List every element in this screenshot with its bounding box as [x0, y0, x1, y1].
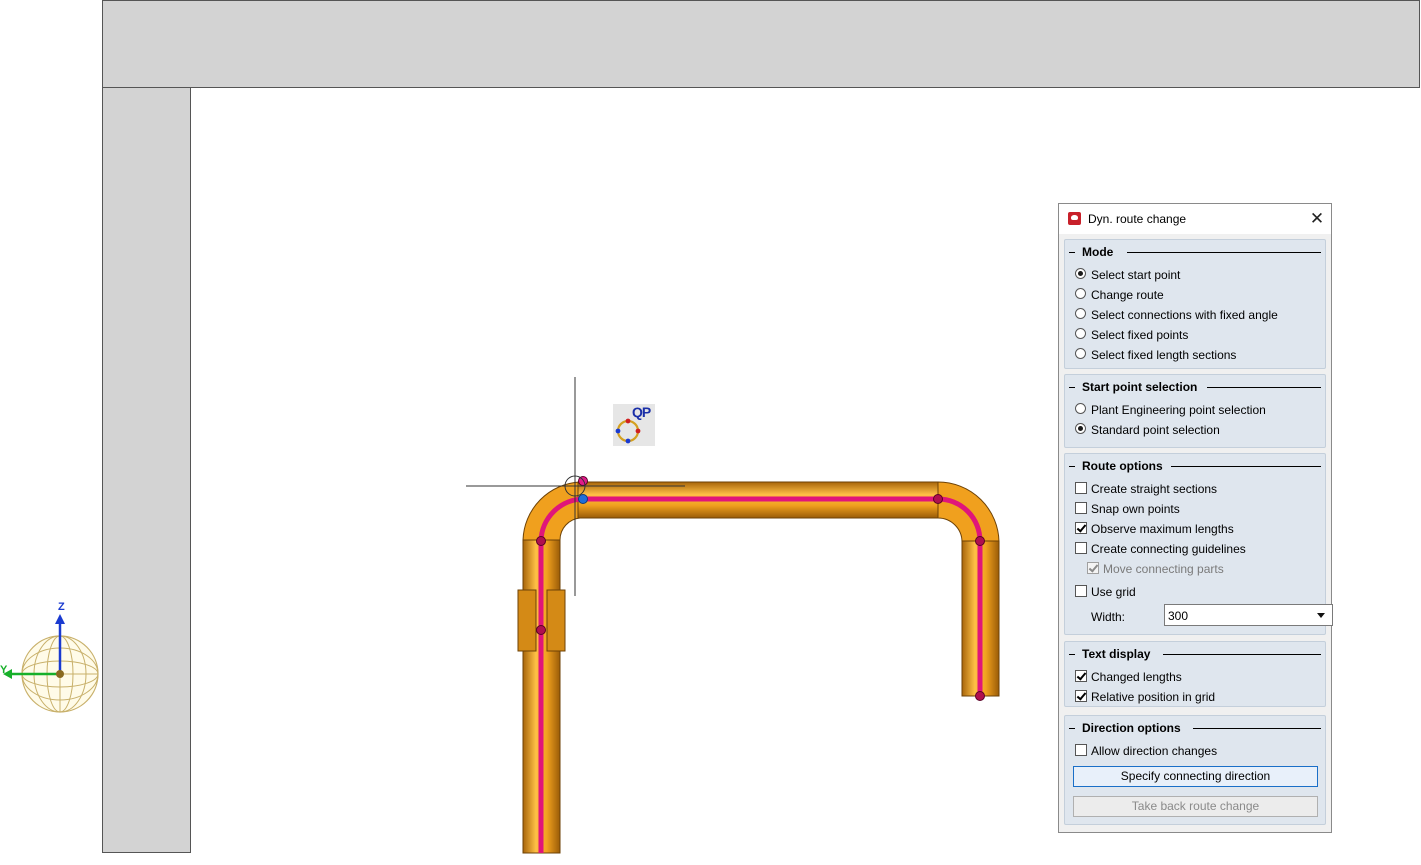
specify-connecting-direction-button[interactable]: Specify connecting direction [1073, 766, 1318, 787]
checkbox[interactable] [1075, 670, 1087, 682]
group-mode-title: Mode [1082, 245, 1114, 259]
axis-gizmo [3, 614, 99, 713]
checkbox [1087, 562, 1099, 574]
route-point[interactable] [578, 476, 588, 486]
checkbox[interactable] [1075, 542, 1087, 554]
radio-button[interactable] [1075, 268, 1086, 279]
grid-width-dropdown[interactable]: 300 [1164, 604, 1333, 626]
pipe-flange-left[interactable] [517, 589, 537, 652]
checkbox[interactable] [1075, 585, 1087, 597]
qp-point-badge: QP [613, 404, 655, 446]
radio-button[interactable] [1075, 288, 1086, 299]
group-text-display-title: Text display [1082, 647, 1151, 661]
take-back-route-change-button[interactable]: Take back route change [1073, 796, 1318, 817]
checkbox[interactable] [1075, 502, 1087, 514]
radio-button[interactable] [1075, 328, 1086, 339]
group-text-display: Text display Changed lengths Relative po… [1064, 641, 1326, 707]
group-route-options-title: Route options [1082, 459, 1163, 473]
checkbox[interactable] [1075, 522, 1087, 534]
group-direction-options: Direction options Allow direction change… [1064, 715, 1326, 825]
qp-badge-label: QP [632, 404, 651, 420]
grid-width-label: Width: [1091, 610, 1126, 624]
route-point[interactable] [536, 536, 546, 546]
route-point[interactable] [536, 625, 546, 635]
route-point-selected[interactable] [578, 494, 588, 504]
group-start-point-title: Start point selection [1082, 380, 1198, 394]
radio-button[interactable] [1075, 348, 1086, 359]
group-start-point-selection: Start point selection Plant Engineering … [1064, 374, 1326, 448]
z-axis-arrow [55, 614, 65, 624]
route-point[interactable] [975, 536, 985, 546]
chevron-down-icon[interactable] [1317, 613, 1325, 618]
route-point[interactable] [975, 691, 985, 701]
grid-width-value: 300 [1168, 609, 1189, 623]
grid-width-row: Width: 300 [1075, 604, 1333, 627]
pipe-flange-right[interactable] [546, 589, 566, 652]
dialog-app-icon [1068, 212, 1081, 225]
route-point[interactable] [933, 494, 943, 504]
radio-button[interactable] [1075, 403, 1086, 414]
checkbox[interactable] [1075, 482, 1087, 494]
checkbox[interactable] [1075, 690, 1087, 702]
group-direction-options-title: Direction options [1082, 721, 1181, 735]
radio-button[interactable] [1075, 423, 1086, 434]
z-axis-label: Z [58, 601, 65, 613]
dyn-route-change-dialog: Dyn. route change ✕ Mode Select start po… [1058, 203, 1333, 833]
checkbox[interactable] [1075, 744, 1087, 756]
close-button[interactable]: ✕ [1307, 209, 1327, 229]
y-axis-label: Y [0, 664, 8, 676]
group-route-options: Route options Create straight sections S… [1064, 453, 1333, 635]
dialog-title: Dyn. route change [1088, 212, 1187, 226]
radio-button[interactable] [1075, 308, 1086, 319]
route-centerline[interactable] [538, 496, 983, 853]
dialog-titlebar[interactable]: Dyn. route change ✕ [1059, 204, 1331, 234]
group-mode: Mode Select start point Change route Sel… [1064, 239, 1326, 369]
